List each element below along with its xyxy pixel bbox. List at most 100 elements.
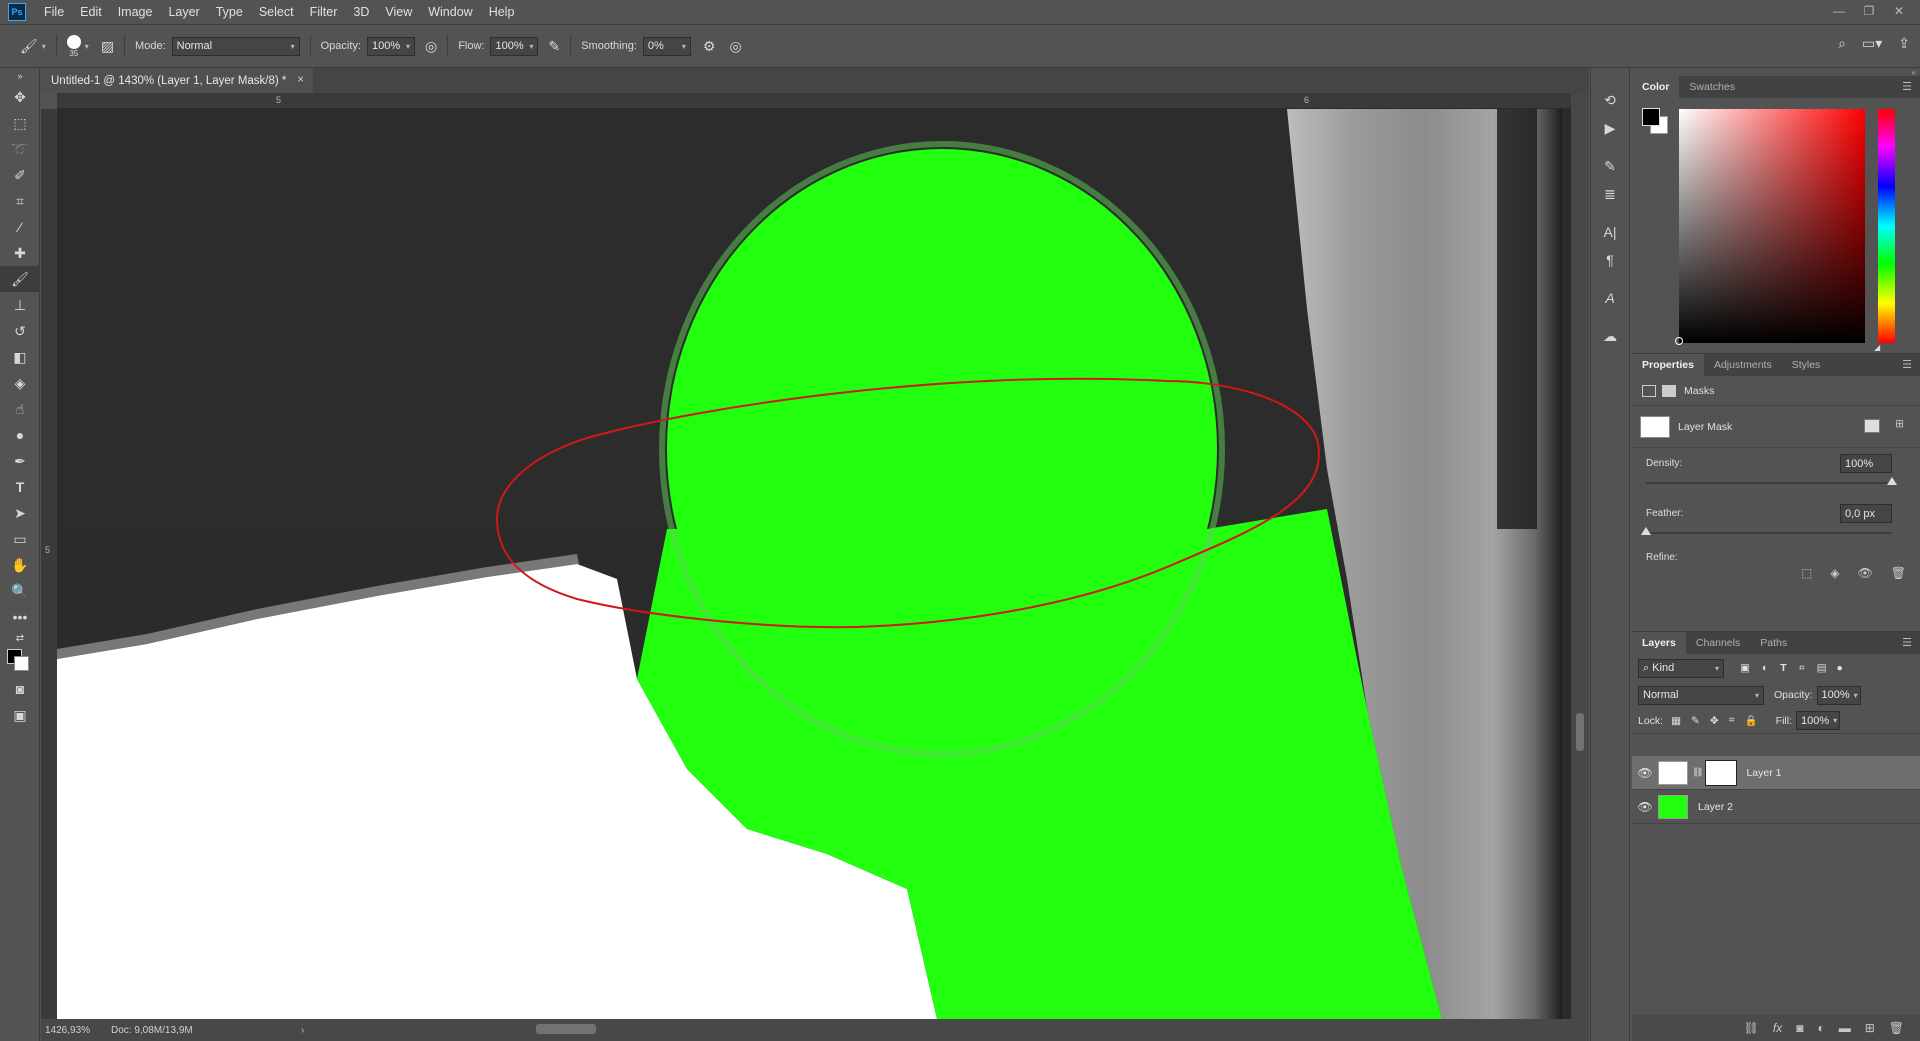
gear-icon[interactable]: ⚙	[703, 38, 716, 55]
filter-toggle-icon[interactable]: ●	[1837, 662, 1843, 674]
type-tool-icon[interactable]: T	[0, 474, 40, 500]
tab-layers[interactable]: Layers	[1632, 632, 1686, 654]
path-selection-tool-icon[interactable]: ➤	[0, 500, 40, 526]
restore-icon[interactable]: ❐	[1854, 0, 1884, 22]
chevron-down-icon[interactable]: ▾	[85, 42, 89, 51]
new-group-icon[interactable]: ▬	[1839, 1021, 1851, 1035]
clone-stamp-tool-icon[interactable]: ⊥	[0, 292, 40, 318]
feather-slider-knob[interactable]	[1641, 527, 1651, 535]
close-icon[interactable]: ✕	[1884, 0, 1914, 22]
lock-artboard-icon[interactable]: ⌗	[1729, 714, 1735, 727]
feather-field[interactable]: 0,0 px	[1840, 504, 1892, 523]
fill-field[interactable]: 100% ▾	[1796, 711, 1840, 730]
menu-filter[interactable]: Filter	[302, 0, 346, 24]
airbrush-icon[interactable]: ✎	[548, 38, 560, 55]
color-field[interactable]	[1679, 109, 1865, 343]
glyphs-icon[interactable]: A	[1591, 284, 1629, 312]
healing-brush-tool-icon[interactable]: ✚	[0, 240, 40, 266]
visibility-eye-icon[interactable]: 👁	[1632, 766, 1658, 780]
vertical-scroll-thumb[interactable]	[1576, 713, 1584, 751]
kind-filter-dropdown[interactable]: ⌕ Kind ▾	[1638, 658, 1724, 678]
layer-1-mask-thumbnail[interactable]	[1705, 759, 1738, 786]
libraries-icon[interactable]: ☁	[1591, 322, 1629, 350]
panel-menu-icon[interactable]: ☰	[1902, 636, 1912, 649]
move-tool-icon[interactable]: ✥	[0, 84, 40, 110]
flow-field[interactable]: 100% ▾	[490, 36, 539, 56]
crop-tool-icon[interactable]: ⌗	[0, 188, 40, 214]
quick-selection-tool-icon[interactable]: ✐	[0, 162, 40, 188]
smudge-tool-icon[interactable]: ☝	[0, 396, 40, 422]
menu-3d[interactable]: 3D	[345, 0, 377, 24]
lasso-tool-icon[interactable]: ➰	[0, 136, 40, 162]
link-icon[interactable]: ⛓	[1692, 767, 1703, 778]
hue-slider[interactable]	[1878, 109, 1895, 343]
panel-menu-icon[interactable]: ☰	[1902, 80, 1912, 93]
menu-edit[interactable]: Edit	[72, 0, 110, 24]
vertical-scrollbar[interactable]	[1571, 93, 1589, 1019]
filter-smart-object-icon[interactable]: ▤	[1817, 662, 1827, 674]
dodge-tool-icon[interactable]: ●	[0, 422, 40, 448]
menu-window[interactable]: Window	[420, 0, 480, 24]
density-slider-track[interactable]	[1646, 482, 1892, 484]
background-color-swatch[interactable]	[14, 656, 29, 671]
panel-collapse-icon[interactable]: «	[1632, 68, 1920, 77]
tab-color[interactable]: Color	[1632, 76, 1680, 98]
menu-type[interactable]: Type	[208, 0, 251, 24]
brush-settings-panel-icon[interactable]: ▨	[101, 38, 114, 55]
screen-mode-icon[interactable]: ▣	[0, 702, 40, 728]
add-vector-mask-icon[interactable]: ⊞	[1895, 418, 1904, 430]
pressure-size-icon[interactable]: ◎	[729, 38, 741, 55]
disable-mask-icon[interactable]: 👁	[1858, 566, 1873, 580]
document-tab[interactable]: Untitled-1 @ 1430% (Layer 1, Layer Mask/…	[41, 68, 313, 93]
brush-preset-picker[interactable]: 35	[66, 34, 81, 58]
paint-bucket-tool-icon[interactable]: ◈	[0, 370, 40, 396]
more-tools-icon[interactable]: •••	[0, 604, 40, 630]
layer-row-layer-1[interactable]: 👁 ⛓ Layer 1	[1632, 756, 1920, 790]
brush-settings-icon[interactable]: ≣	[1591, 180, 1629, 208]
opacity-field[interactable]: 100% ▾	[366, 36, 415, 56]
status-menu-icon[interactable]: ›	[301, 1025, 304, 1036]
minimize-icon[interactable]: —	[1824, 0, 1854, 22]
lock-pixels-icon[interactable]: ✎	[1691, 715, 1700, 727]
canvas[interactable]	[57, 109, 1571, 1019]
marquee-tool-icon[interactable]: ⬚	[0, 110, 40, 136]
rectangle-tool-icon[interactable]: ▭	[0, 526, 40, 552]
density-slider-knob[interactable]	[1887, 477, 1897, 485]
layer-name[interactable]: Layer 2	[1698, 801, 1733, 813]
eraser-tool-icon[interactable]: ◧	[0, 344, 40, 370]
search-icon[interactable]: ⌕	[1838, 35, 1846, 52]
lock-transparent-icon[interactable]: ▦	[1671, 715, 1681, 727]
new-adjustment-layer-icon[interactable]: ◐	[1817, 1021, 1824, 1035]
quick-mask-icon[interactable]: ◙	[0, 676, 40, 702]
filter-pixel-icon[interactable]: ▣	[1740, 662, 1750, 674]
tab-swatches[interactable]: Swatches	[1679, 76, 1745, 98]
menu-layer[interactable]: Layer	[160, 0, 207, 24]
menu-view[interactable]: View	[377, 0, 420, 24]
panel-menu-icon[interactable]: ☰	[1902, 358, 1912, 371]
share-icon[interactable]: ⇪	[1898, 35, 1910, 52]
layer-row-layer-2[interactable]: 👁 Layer 2	[1632, 790, 1920, 824]
visibility-eye-icon[interactable]: 👁	[1632, 800, 1658, 814]
lock-all-icon[interactable]: 🔒	[1745, 714, 1758, 727]
panel-collapse-icon[interactable]: »	[0, 68, 40, 84]
filter-type-icon[interactable]: T	[1780, 662, 1786, 674]
pressure-opacity-icon[interactable]: ◎	[425, 38, 437, 55]
brush-tool-preset-icon[interactable]: 🖌 ▾	[20, 38, 46, 55]
new-layer-icon[interactable]: ⊞	[1865, 1021, 1875, 1035]
workspace-icon[interactable]: ▭▾	[1862, 35, 1882, 52]
menu-select[interactable]: Select	[251, 0, 302, 24]
tab-properties[interactable]: Properties	[1632, 354, 1704, 376]
layer-1-thumbnail[interactable]	[1658, 760, 1688, 785]
menu-help[interactable]: Help	[481, 0, 523, 24]
tab-paths[interactable]: Paths	[1750, 632, 1797, 654]
hand-tool-icon[interactable]: ✋	[0, 552, 40, 578]
menu-image[interactable]: Image	[110, 0, 161, 24]
lock-position-icon[interactable]: ✥	[1710, 715, 1719, 727]
add-mask-icon[interactable]: ◙	[1796, 1021, 1803, 1035]
zoom-level[interactable]: 1426,93%	[41, 1025, 111, 1036]
eyedropper-tool-icon[interactable]: ⁄	[0, 214, 40, 240]
paragraph-icon[interactable]: ¶	[1591, 246, 1629, 274]
actions-play-icon[interactable]: ▶	[1591, 114, 1629, 142]
zoom-tool-icon[interactable]: 🔍	[0, 578, 40, 604]
pen-tool-icon[interactable]: ✒	[0, 448, 40, 474]
